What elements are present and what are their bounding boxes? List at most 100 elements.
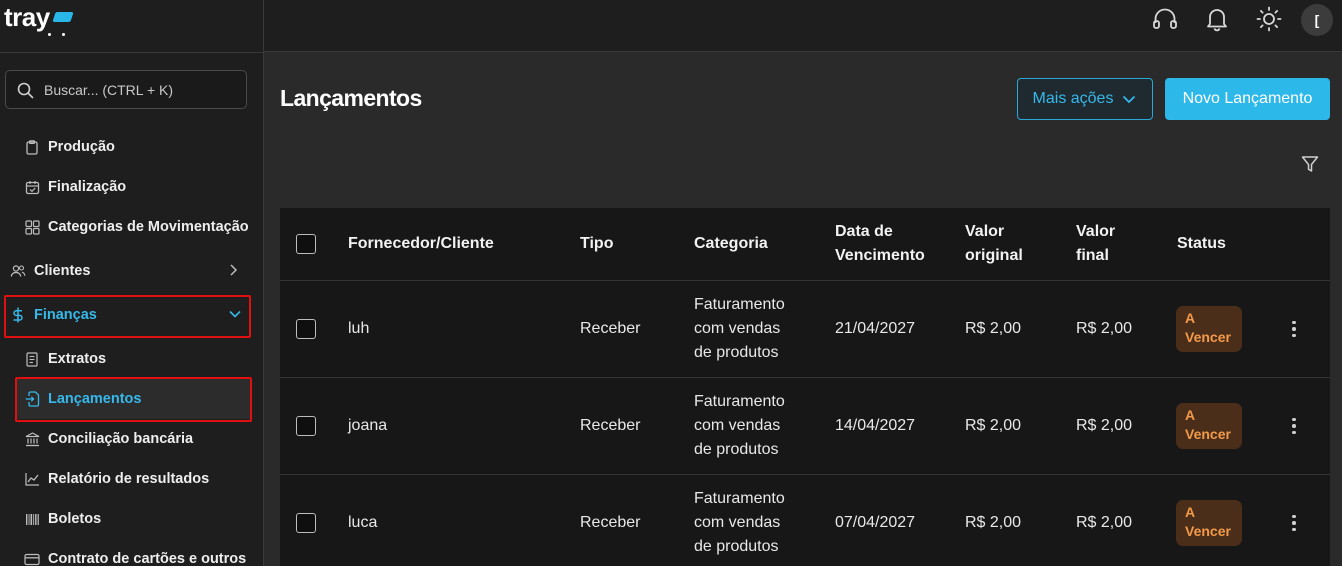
cell-fornecedor: luca: [348, 514, 378, 531]
cell-line: Faturamento: [694, 296, 785, 313]
cell-vencimento: 07/04/2027: [835, 514, 916, 531]
cell-line: Faturamento: [694, 490, 785, 507]
search-input[interactable]: [44, 71, 242, 108]
table-row[interactable]: luh Receber Faturamento com vendas de pr…: [280, 281, 1330, 378]
cell-valor-original: R$ 2,00: [965, 320, 1022, 337]
sidebar-item-finalizacao[interactable]: Finalização: [24, 167, 250, 207]
sidebar-item-conciliacao[interactable]: Conciliação bancária: [24, 419, 250, 459]
column-header-line: original: [965, 247, 1023, 264]
row-checkbox[interactable]: [296, 416, 316, 436]
sidebar-item-label: Lançamentos: [48, 391, 142, 407]
column-header-valor-original[interactable]: Valor original: [965, 220, 1023, 268]
status-badge: A Vencer: [1176, 403, 1242, 449]
sidebar-item-label: Extratos: [48, 351, 107, 367]
sidebar-item-label: Boletos: [48, 511, 102, 527]
receipt-icon: [24, 351, 40, 367]
barcode-icon: [24, 511, 40, 527]
sidebar-item-producao[interactable]: Produção: [24, 127, 250, 167]
select-all-checkbox[interactable]: [296, 234, 316, 254]
search-icon: [17, 82, 34, 99]
sidebar-item-lancamentos[interactable]: Lançamentos: [17, 379, 250, 419]
column-header-categoria[interactable]: Categoria: [694, 232, 768, 256]
sidebar-item-label: Finalização: [48, 179, 127, 195]
row-checkbox[interactable]: [296, 513, 316, 533]
sidebar-item-label: Categorias de Movimentação: [48, 219, 249, 235]
column-header-line: final: [1076, 247, 1109, 264]
sidebar-item-label: Relatório de resultados: [48, 471, 210, 487]
bank-icon: [24, 431, 40, 447]
status-line: Vencer: [1185, 329, 1231, 345]
sidebar-item-label: Contrato de cartões e outros: [48, 551, 247, 566]
row-menu-icon[interactable]: [1284, 414, 1304, 438]
cell-valor-original: R$ 2,00: [965, 417, 1022, 434]
users-icon: [10, 263, 26, 279]
column-header-tipo[interactable]: Tipo: [580, 232, 613, 256]
search-box[interactable]: [5, 70, 247, 109]
status-line: A: [1185, 504, 1196, 520]
status-line: A: [1185, 407, 1196, 423]
row-menu-icon[interactable]: [1284, 317, 1304, 341]
cell-line: de produtos: [694, 538, 779, 555]
cell-vencimento: 14/04/2027: [835, 417, 916, 434]
table-row[interactable]: joana Receber Faturamento com vendas de …: [280, 378, 1330, 475]
calendar-check-icon: [24, 179, 40, 195]
sidebar-item-clientes[interactable]: Clientes: [10, 251, 250, 291]
sidebar-item-label: Conciliação bancária: [48, 431, 194, 447]
cell-line: com vendas: [694, 514, 781, 531]
sidebar-item-boletos[interactable]: Boletos: [24, 499, 250, 539]
cell-vencimento: 21/04/2027: [835, 320, 916, 337]
avatar[interactable]: [: [1301, 4, 1333, 36]
page-title: Lançamentos: [280, 85, 422, 111]
sidebar-item-financas[interactable]: Finanças: [10, 295, 250, 335]
cell-fornecedor: luh: [348, 320, 370, 337]
sidebar: tray Produção Finalização Categorias de …: [0, 0, 264, 566]
sun-icon[interactable]: [1255, 5, 1283, 33]
logo-flag-icon: [52, 12, 74, 22]
cell-tipo: Receber: [580, 417, 641, 434]
status-line: Vencer: [1185, 426, 1231, 442]
document-enter-icon: [24, 391, 40, 407]
cell-tipo: Receber: [580, 514, 641, 531]
more-actions-button[interactable]: Mais ações: [1017, 78, 1153, 120]
tray-logo[interactable]: tray: [4, 2, 74, 38]
column-header-fornecedor[interactable]: Fornecedor/Cliente: [348, 232, 494, 256]
bell-icon[interactable]: [1203, 5, 1231, 33]
sidebar-item-contrato-cartoes[interactable]: Contrato de cartões e outros: [24, 539, 250, 566]
table-row[interactable]: luca Receber Faturamento com vendas de p…: [280, 475, 1330, 566]
cell-line: Faturamento: [694, 393, 785, 410]
row-menu-icon[interactable]: [1284, 511, 1304, 535]
cell-line: com vendas: [694, 417, 781, 434]
column-header-valor-final[interactable]: Valor final: [1076, 220, 1115, 268]
top-header: [264, 0, 1342, 52]
column-header-line: Vencimento: [835, 247, 925, 264]
chevron-down-icon: [1123, 95, 1136, 104]
cell-tipo: Receber: [580, 320, 641, 337]
cell-categoria: Faturamento com vendas de produtos: [694, 487, 785, 559]
cell-valor-final: R$ 2,00: [1076, 417, 1133, 434]
column-header-line: Data de: [835, 223, 893, 240]
cell-valor-original: R$ 2,00: [965, 514, 1022, 531]
sidebar-item-extratos[interactable]: Extratos: [24, 339, 250, 379]
new-entry-button[interactable]: Novo Lançamento: [1165, 78, 1330, 120]
cell-line: de produtos: [694, 441, 779, 458]
filter-icon[interactable]: [1299, 153, 1321, 175]
cell-valor-final: R$ 2,00: [1076, 514, 1133, 531]
cell-fornecedor: joana: [348, 417, 388, 434]
status-badge: A Vencer: [1176, 500, 1242, 546]
cell-line: de produtos: [694, 344, 779, 361]
table-header: Fornecedor/Cliente Tipo Categoria Data d…: [280, 208, 1330, 281]
chart-line-icon: [24, 471, 40, 487]
headset-icon[interactable]: [1151, 5, 1179, 33]
chevron-right-icon: [226, 263, 240, 281]
column-header-vencimento[interactable]: Data de Vencimento: [835, 220, 925, 268]
row-checkbox[interactable]: [296, 319, 316, 339]
sidebar-item-categorias[interactable]: Categorias de Movimentação: [24, 207, 250, 247]
sidebar-item-relatorio[interactable]: Relatório de resultados: [24, 459, 250, 499]
cell-categoria: Faturamento com vendas de produtos: [694, 293, 785, 365]
column-header-status[interactable]: Status: [1177, 232, 1226, 256]
credit-card-icon: [24, 551, 40, 566]
grid-icon: [24, 219, 40, 235]
cell-categoria: Faturamento com vendas de produtos: [694, 390, 785, 462]
dollar-icon: [10, 307, 26, 323]
logo-dot-icon: [48, 33, 51, 36]
